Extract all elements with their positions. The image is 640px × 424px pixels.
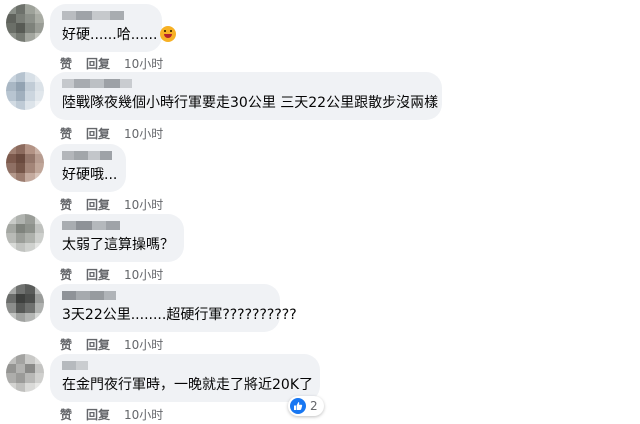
- avatar[interactable]: [6, 144, 44, 182]
- author-name-blurred[interactable]: [62, 11, 150, 20]
- like-link[interactable]: 赞: [60, 406, 72, 423]
- timestamp[interactable]: 10小时: [124, 336, 163, 353]
- like-link[interactable]: 赞: [60, 125, 72, 142]
- reaction-count: 2: [310, 399, 318, 413]
- comment-text: 好硬哦...: [62, 167, 118, 183]
- like-link[interactable]: 赞: [60, 336, 72, 353]
- comment-actions: 赞 回复 10小时: [60, 196, 163, 213]
- comment-actions: 赞 回复 10小时: [60, 55, 163, 72]
- comment-text: 在金門夜行軍時，一晚就走了將近20K了: [62, 377, 313, 393]
- author-name-blurred[interactable]: [62, 221, 172, 230]
- comment-actions: 赞 回复 10小时: [60, 406, 163, 423]
- comment-bubble: 3天22公里........超硬行軍??????????: [50, 284, 297, 332]
- comment-text: 陸戰隊夜幾個小時行軍要走30公里 三天22公里跟散步沒兩樣: [62, 95, 439, 111]
- comment-text: 好硬......哈......: [62, 26, 177, 44]
- timestamp[interactable]: 10小时: [124, 196, 163, 213]
- comment-bubble: 在金門夜行軍時，一晚就走了將近20K了: [50, 354, 320, 402]
- timestamp[interactable]: 10小时: [124, 55, 163, 72]
- like-link[interactable]: 赞: [60, 266, 72, 283]
- reply-link[interactable]: 回复: [86, 336, 110, 353]
- avatar[interactable]: [6, 4, 44, 42]
- thumbs-up-icon: [290, 398, 306, 414]
- reply-link[interactable]: 回复: [86, 125, 110, 142]
- author-name-blurred[interactable]: [62, 79, 430, 88]
- author-name-blurred[interactable]: [62, 361, 308, 370]
- comment-actions: 赞 回复 10小时: [60, 266, 163, 283]
- comment-text: 太弱了這算操嗎？: [62, 237, 174, 253]
- reply-link[interactable]: 回复: [86, 55, 110, 72]
- comment-text: 3天22公里........超硬行軍??????????: [62, 307, 297, 323]
- reply-link[interactable]: 回复: [86, 406, 110, 423]
- avatar[interactable]: [6, 284, 44, 322]
- comment-bubble: 陸戰隊夜幾個小時行軍要走30公里 三天22公里跟散步沒兩樣: [50, 72, 442, 120]
- like-link[interactable]: 赞: [60, 196, 72, 213]
- timestamp[interactable]: 10小时: [124, 406, 163, 423]
- avatar[interactable]: [6, 214, 44, 252]
- reaction-count-badge[interactable]: 2: [288, 396, 324, 416]
- comment-bubble: 太弱了這算操嗎？: [50, 214, 184, 262]
- comment-actions: 赞 回复 10小时: [60, 336, 163, 353]
- author-name-blurred[interactable]: [62, 151, 114, 160]
- avatar[interactable]: [6, 72, 44, 110]
- reply-link[interactable]: 回复: [86, 266, 110, 283]
- timestamp[interactable]: 10小时: [124, 266, 163, 283]
- comment-bubble: 好硬......哈......: [50, 4, 177, 52]
- laughing-emoji-icon: [160, 26, 177, 42]
- like-link[interactable]: 赞: [60, 55, 72, 72]
- avatar[interactable]: [6, 354, 44, 392]
- comment-bubble: 好硬哦...: [50, 144, 126, 192]
- timestamp[interactable]: 10小时: [124, 125, 163, 142]
- comment-actions: 赞 回复 10小时: [60, 125, 163, 142]
- reply-link[interactable]: 回复: [86, 196, 110, 213]
- author-name-blurred[interactable]: [62, 291, 268, 300]
